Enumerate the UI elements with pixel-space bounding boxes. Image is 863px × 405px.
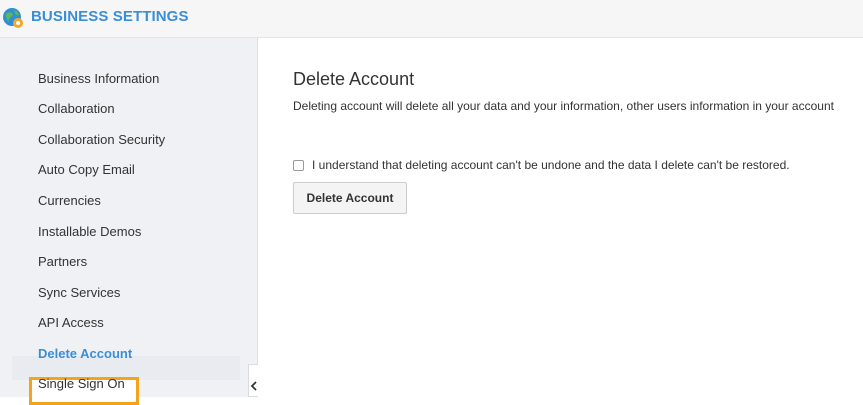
settings-sidebar: Business Information Collaboration Colla… (0, 38, 258, 405)
sidebar-item-business-information[interactable]: Business Information (38, 71, 159, 86)
main-content: Delete Account Deleting account will del… (258, 38, 863, 397)
sidebar-item-currencies[interactable]: Currencies (38, 193, 101, 208)
sidebar-collapse-toggle[interactable] (248, 364, 258, 397)
sidebar-item-auto-copy-email[interactable]: Auto Copy Email (38, 162, 135, 177)
globe-gear-icon (3, 8, 23, 28)
confirm-checkbox[interactable] (293, 159, 304, 171)
app-title: BUSINESS SETTINGS (31, 8, 189, 25)
page-description: Deleting account will delete all your da… (293, 99, 834, 113)
chevron-left-icon (250, 381, 257, 391)
sidebar-item-api-access[interactable]: API Access (38, 315, 104, 330)
confirm-row: I understand that deleting account can't… (293, 157, 790, 173)
sidebar-item-sync-services[interactable]: Sync Services (38, 285, 120, 300)
sidebar-item-single-sign-on[interactable]: Single Sign On (38, 376, 125, 391)
sidebar-item-delete-account[interactable]: Delete Account (38, 346, 132, 361)
sidebar-item-partners[interactable]: Partners (38, 254, 87, 269)
sidebar-item-collaboration[interactable]: Collaboration (38, 101, 115, 116)
top-bar: BUSINESS SETTINGS (0, 0, 863, 38)
delete-account-button[interactable]: Delete Account (293, 182, 407, 214)
sidebar-item-collaboration-security[interactable]: Collaboration Security (38, 132, 165, 147)
sidebar-item-installable-demos[interactable]: Installable Demos (38, 224, 141, 239)
confirm-label: I understand that deleting account can't… (312, 158, 790, 172)
page-title: Delete Account (293, 69, 415, 89)
